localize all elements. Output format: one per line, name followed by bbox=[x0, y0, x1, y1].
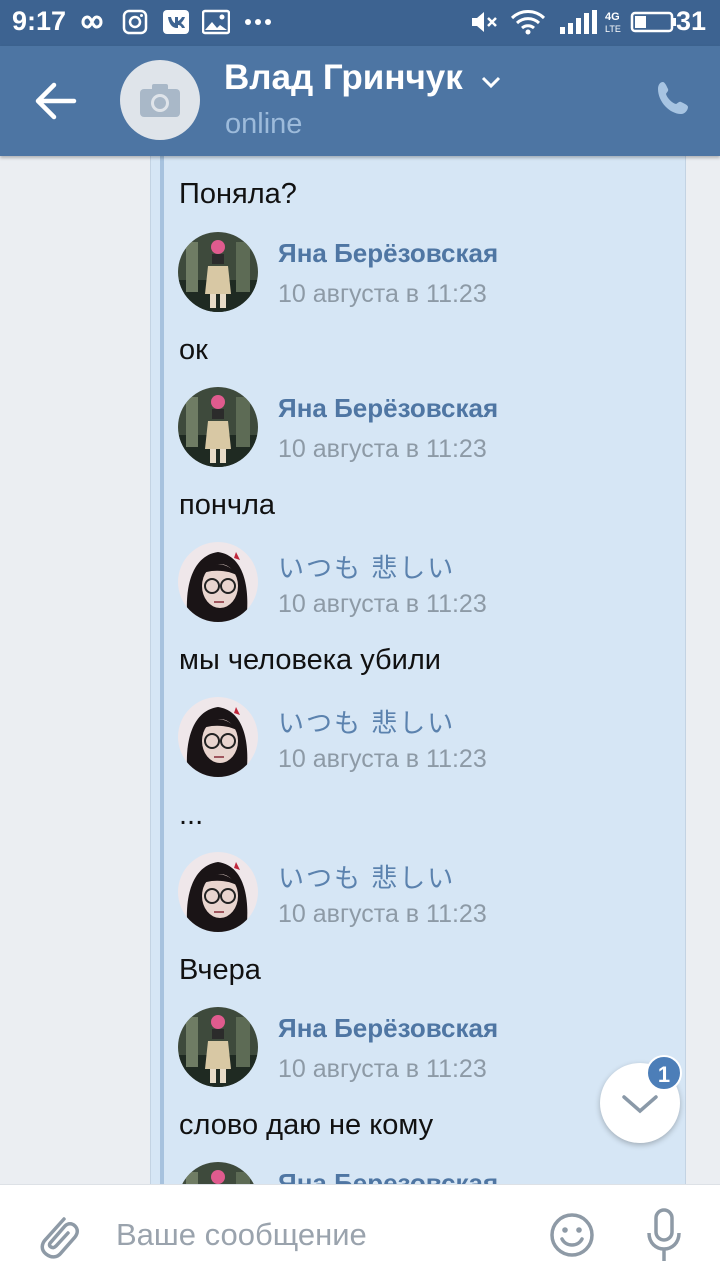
message-text: слово даю не кому bbox=[179, 1109, 434, 1141]
message-author-row: Яна Берёзовская 10 августа в 11:23 bbox=[178, 387, 678, 469]
message-date: 10 августа в 11:23 bbox=[278, 590, 487, 618]
author-name[interactable]: いつも 悲しい bbox=[278, 703, 455, 740]
mute-icon bbox=[472, 12, 497, 32]
instagram-icon bbox=[122, 9, 148, 35]
avatar[interactable] bbox=[178, 232, 258, 312]
phone-icon[interactable] bbox=[654, 78, 694, 118]
status-bar: 9:17 4G LTE 31 bbox=[0, 0, 720, 46]
author-name[interactable]: いつも 悲しい bbox=[278, 858, 455, 895]
svg-text:LTE: LTE bbox=[605, 24, 621, 34]
author-name[interactable]: Яна Берёзовская bbox=[278, 1013, 498, 1044]
more-notifications-icon bbox=[245, 19, 271, 25]
avatar-image-girl-standing bbox=[178, 1007, 258, 1087]
avatar[interactable] bbox=[178, 697, 258, 777]
author-name[interactable]: Яна Берёзовская bbox=[278, 238, 498, 269]
author-name[interactable]: いつも 悲しい bbox=[278, 548, 455, 585]
chat-header: Влад Гринчук online bbox=[0, 46, 720, 156]
author-name[interactable]: Яна Берёзовская bbox=[278, 393, 498, 424]
emoji-icon[interactable] bbox=[548, 1211, 596, 1259]
message-date: 10 августа в 11:23 bbox=[278, 745, 487, 773]
paperclip-icon[interactable] bbox=[34, 1207, 82, 1263]
avatar-image-girl-glasses bbox=[178, 542, 258, 622]
svg-text:4G: 4G bbox=[605, 11, 620, 23]
chevron-down-icon[interactable] bbox=[478, 70, 504, 92]
message-author-row: いつも 悲しい 10 августа в 11:23 bbox=[178, 542, 678, 624]
message-date: 10 августа в 11:23 bbox=[278, 280, 487, 308]
message-date: 10 августа в 11:23 bbox=[278, 435, 487, 463]
message-input[interactable] bbox=[116, 1213, 516, 1257]
author-name[interactable]: Яна Березовская bbox=[278, 1168, 498, 1184]
battery-icon bbox=[630, 11, 676, 33]
avatar-image-girl-glasses bbox=[178, 852, 258, 932]
avatar[interactable] bbox=[178, 542, 258, 622]
vk-icon bbox=[163, 10, 189, 34]
battery-level: 31 bbox=[675, 6, 706, 36]
camera-icon bbox=[140, 84, 180, 117]
avatar[interactable] bbox=[178, 1007, 258, 1087]
4g-lte-icon: 4G LTE bbox=[605, 11, 621, 34]
back-arrow-icon[interactable] bbox=[28, 76, 84, 126]
infinity-icon bbox=[81, 15, 103, 29]
avatar[interactable] bbox=[178, 387, 258, 467]
avatar[interactable] bbox=[178, 852, 258, 932]
message-date: 10 августа в 11:23 bbox=[278, 900, 487, 928]
message-text: ... bbox=[179, 799, 204, 831]
message-text: мы человека убили bbox=[179, 644, 441, 676]
forward-indicator-line bbox=[160, 156, 164, 1184]
avatar-image-girl-glasses bbox=[178, 697, 258, 777]
avatar-image-girl-standing bbox=[178, 232, 258, 312]
status-time: 9:17 bbox=[12, 6, 67, 36]
microphone-icon[interactable] bbox=[644, 1207, 684, 1265]
message-text: ок bbox=[179, 334, 208, 366]
message-text: Поняла? bbox=[179, 178, 297, 210]
message-author-row: Яна Березовская bbox=[178, 1162, 678, 1184]
unread-badge: 1 bbox=[646, 1055, 682, 1091]
message-author-row: Яна Берёзовская 10 августа в 11:23 bbox=[178, 232, 678, 314]
avatar-image-girl-standing bbox=[178, 387, 258, 467]
message-author-row: いつも 悲しい 10 августа в 11:23 bbox=[178, 697, 678, 779]
message-date: 10 августа в 11:23 bbox=[278, 1055, 487, 1083]
online-status: online bbox=[225, 108, 303, 140]
cell-signal-icon bbox=[560, 10, 597, 34]
message-text: пончла bbox=[179, 489, 276, 521]
avatar[interactable] bbox=[178, 1162, 258, 1184]
message-composer bbox=[0, 1184, 720, 1280]
message-text: Вчера bbox=[179, 954, 261, 986]
gallery-icon bbox=[202, 9, 230, 35]
message-author-row: いつも 悲しい 10 августа в 11:23 bbox=[178, 852, 678, 934]
wifi-icon bbox=[510, 10, 546, 35]
chat-avatar[interactable] bbox=[120, 60, 200, 140]
chat-title[interactable]: Влад Гринчук bbox=[224, 58, 463, 98]
avatar-image-girl-standing bbox=[178, 1162, 258, 1184]
message-list[interactable]: Поняла? Яна Берёзовская 10 августа в 11:… bbox=[0, 156, 720, 1184]
